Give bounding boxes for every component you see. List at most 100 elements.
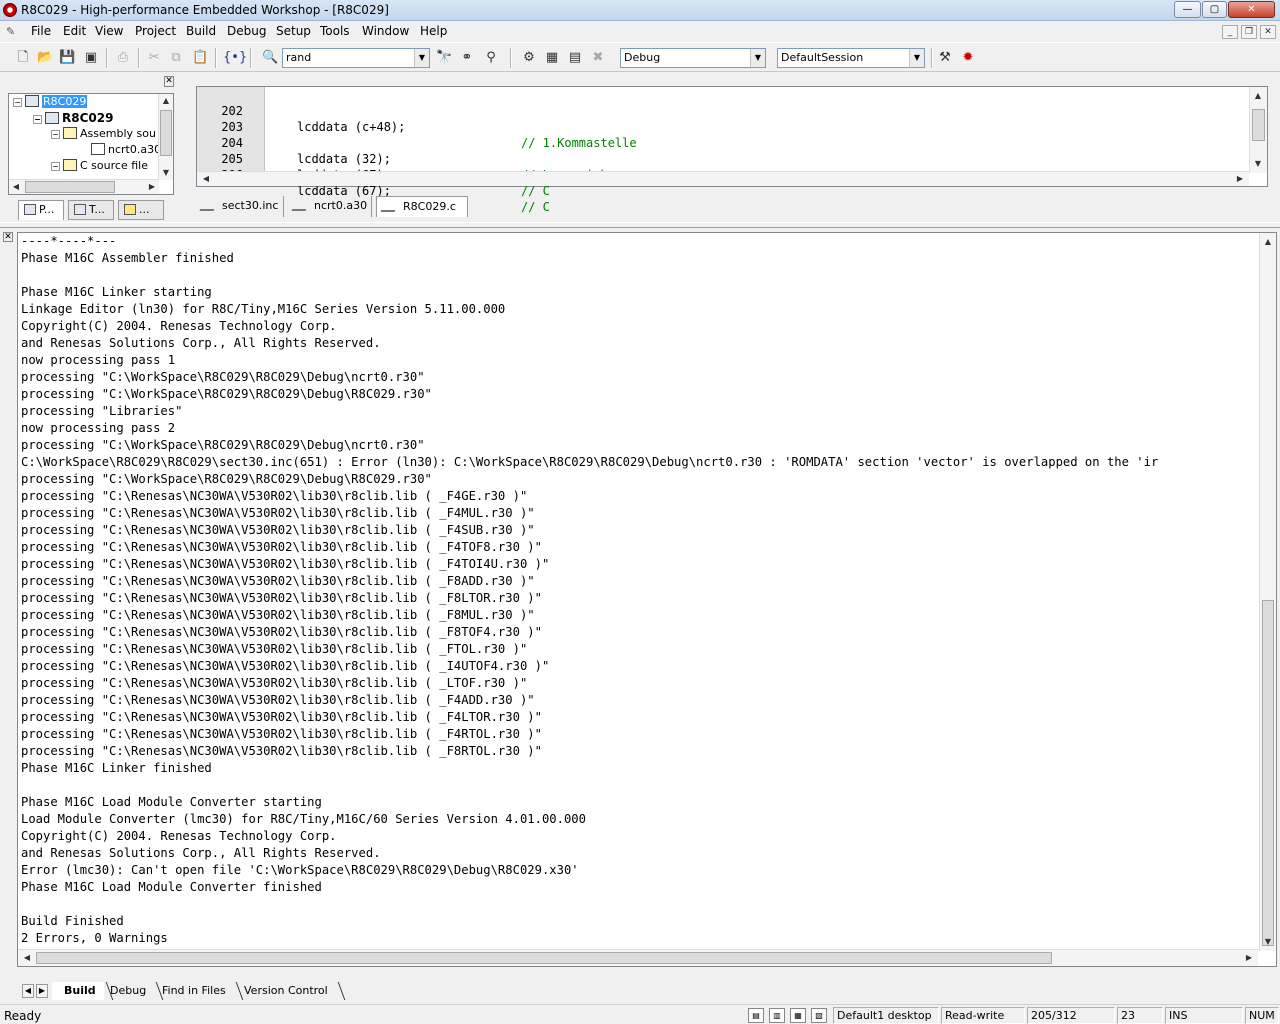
tab-scroll-right-icon[interactable]: ▶: [36, 984, 48, 998]
mdi-close-button[interactable]: ✕: [1260, 25, 1276, 39]
minimize-button[interactable]: —: [1174, 1, 1201, 18]
tab-version-control[interactable]: Version Control: [232, 982, 336, 1000]
tree-collapse-icon[interactable]: −: [51, 130, 60, 139]
scroll-down-icon[interactable]: ▼: [1261, 935, 1275, 949]
menu-edit[interactable]: Edit: [63, 24, 86, 38]
scroll-down-icon[interactable]: ▼: [1251, 157, 1265, 171]
desktop-layout-icon[interactable]: ▧: [811, 1008, 827, 1023]
scroll-up-icon[interactable]: ▲: [1251, 89, 1265, 103]
menu-build[interactable]: Build: [186, 24, 216, 38]
code-editor[interactable]: 202 lcddata (c+48); // 1.Kommastelle 203…: [196, 86, 1268, 214]
workspace-horizontal-scrollbar[interactable]: ◀ ▶: [9, 179, 159, 194]
build-all-icon[interactable]: ▤: [567, 50, 583, 66]
tree-item-project[interactable]: − R8C029: [33, 110, 113, 126]
save-all-icon[interactable]: ▣: [83, 50, 99, 66]
scroll-left-icon[interactable]: ◀: [199, 172, 213, 186]
scroll-thumb[interactable]: [1252, 109, 1265, 141]
workspace-vertical-scrollbar[interactable]: ▲ ▼: [158, 94, 173, 180]
copy-icon[interactable]: ⧉: [168, 50, 184, 66]
find-in-files-icon[interactable]: ⚲: [483, 50, 499, 66]
connect-icon[interactable]: ✹: [960, 50, 976, 66]
chevron-down-icon[interactable]: ▼: [909, 49, 924, 67]
status-ready-text: Ready: [4, 1009, 42, 1023]
replace-icon[interactable]: ⚭: [459, 50, 475, 66]
desktop-layout-icon[interactable]: ▥: [769, 1008, 785, 1023]
scroll-right-icon[interactable]: ▶: [1233, 172, 1247, 186]
tree-item-assembly-folder[interactable]: − Assembly sou: [51, 126, 156, 142]
scroll-down-icon[interactable]: ▼: [159, 166, 173, 180]
tab-navigation[interactable]: ...: [118, 200, 164, 220]
document-menu-icon[interactable]: ✎: [6, 25, 20, 38]
output-line: Copyright(C) 2004. Renesas Technology Co…: [21, 319, 337, 333]
scroll-left-icon[interactable]: ◀: [9, 180, 23, 194]
mdi-minimize-button[interactable]: _: [1222, 25, 1238, 39]
cut-icon[interactable]: ✂: [146, 50, 162, 66]
chevron-down-icon[interactable]: ▼: [750, 49, 765, 67]
save-icon[interactable]: 💾: [59, 50, 75, 66]
build-config-combo[interactable]: Debug ▼: [620, 48, 766, 68]
menu-help[interactable]: Help: [420, 24, 447, 38]
scroll-right-icon[interactable]: ▶: [1242, 951, 1256, 965]
output-vertical-scrollbar[interactable]: ▲ ▼: [1259, 233, 1276, 951]
menu-view[interactable]: View: [95, 24, 123, 38]
debug-settings-icon[interactable]: ⚒: [937, 50, 953, 66]
desktop-layout-icon[interactable]: ▦: [790, 1008, 806, 1023]
workspace-close-button[interactable]: ✕: [164, 76, 174, 87]
open-icon[interactable]: 📂: [37, 50, 53, 66]
print-icon[interactable]: ⎙: [115, 50, 131, 66]
build-icon[interactable]: ▦: [544, 50, 560, 66]
tab-find-in-files[interactable]: Find in Files: [150, 982, 234, 1000]
find-next-icon[interactable]: 🔭: [436, 50, 452, 66]
scroll-thumb[interactable]: [36, 952, 1052, 964]
menu-file[interactable]: File: [31, 24, 51, 38]
tab-r8c029-c[interactable]: R8C029.c: [376, 196, 468, 217]
menu-window[interactable]: Window: [362, 24, 409, 38]
tab-ncrt0-a30[interactable]: ncrt0.a30: [288, 196, 372, 217]
find-combo[interactable]: rand ▼: [282, 48, 430, 68]
tab-build[interactable]: Build: [52, 982, 104, 1000]
session-combo[interactable]: DefaultSession ▼: [777, 48, 925, 68]
desktop-layout-icon[interactable]: ▤: [748, 1008, 764, 1023]
menu-project[interactable]: Project: [135, 24, 176, 38]
output-horizontal-scrollbar[interactable]: ◀ ▶: [18, 949, 1258, 966]
scroll-thumb[interactable]: [160, 110, 172, 156]
tab-projects[interactable]: P...: [18, 200, 64, 220]
status-ins: INS: [1165, 1007, 1243, 1024]
tree-item-ncrt0[interactable]: ncrt0.a30: [91, 142, 161, 158]
output-line: 2 Errors, 0 Warnings: [21, 931, 168, 945]
scroll-thumb[interactable]: [25, 181, 115, 193]
tab-templates[interactable]: T...: [68, 200, 114, 220]
tab-debug[interactable]: Debug: [98, 982, 154, 1000]
scroll-left-icon[interactable]: ◀: [20, 951, 34, 965]
tree-collapse-icon[interactable]: −: [33, 115, 42, 124]
pane-splitter[interactable]: [0, 222, 1280, 228]
navigate-icon[interactable]: {•}: [223, 50, 247, 66]
editor-horizontal-scrollbar[interactable]: ◀ ▶: [197, 171, 1249, 186]
tab-scroll-left-icon[interactable]: ◀: [22, 984, 34, 998]
scroll-up-icon[interactable]: ▲: [1261, 235, 1275, 249]
chevron-down-icon[interactable]: ▼: [414, 49, 429, 67]
tree-collapse-icon[interactable]: −: [13, 98, 22, 107]
tree-collapse-icon[interactable]: −: [51, 162, 60, 171]
output-log[interactable]: ----*----*--- Phase M16C Assembler finish…: [17, 232, 1277, 967]
menu-setup[interactable]: Setup: [276, 24, 311, 38]
menu-debug[interactable]: Debug: [227, 24, 266, 38]
mdi-restore-button[interactable]: ❐: [1241, 25, 1257, 39]
scroll-up-icon[interactable]: ▲: [159, 94, 173, 108]
scroll-thumb[interactable]: [1262, 600, 1274, 946]
output-close-button[interactable]: ✕: [3, 232, 13, 242]
build-file-icon[interactable]: ⚙: [521, 50, 537, 66]
new-file-icon[interactable]: 🗋: [15, 50, 31, 66]
tree-item-c-source-folder[interactable]: − C source file: [51, 158, 148, 174]
stop-build-icon[interactable]: ✖: [590, 50, 606, 66]
paste-icon[interactable]: 📋: [192, 50, 208, 66]
output-line: processing "C:\Renesas\NC30WA\V530R02\li…: [21, 591, 542, 605]
tree-item-workspace[interactable]: − R8C029: [13, 94, 88, 110]
tab-sect30-inc[interactable]: sect30.inc: [196, 196, 284, 217]
editor-vertical-scrollbar[interactable]: ▲ ▼: [1249, 87, 1267, 173]
maximize-button[interactable]: ▢: [1202, 1, 1227, 18]
find-icon[interactable]: 🔍: [262, 50, 278, 66]
scroll-right-icon[interactable]: ▶: [145, 180, 159, 194]
close-button[interactable]: ✕: [1228, 1, 1275, 18]
menu-tools[interactable]: Tools: [320, 24, 350, 38]
